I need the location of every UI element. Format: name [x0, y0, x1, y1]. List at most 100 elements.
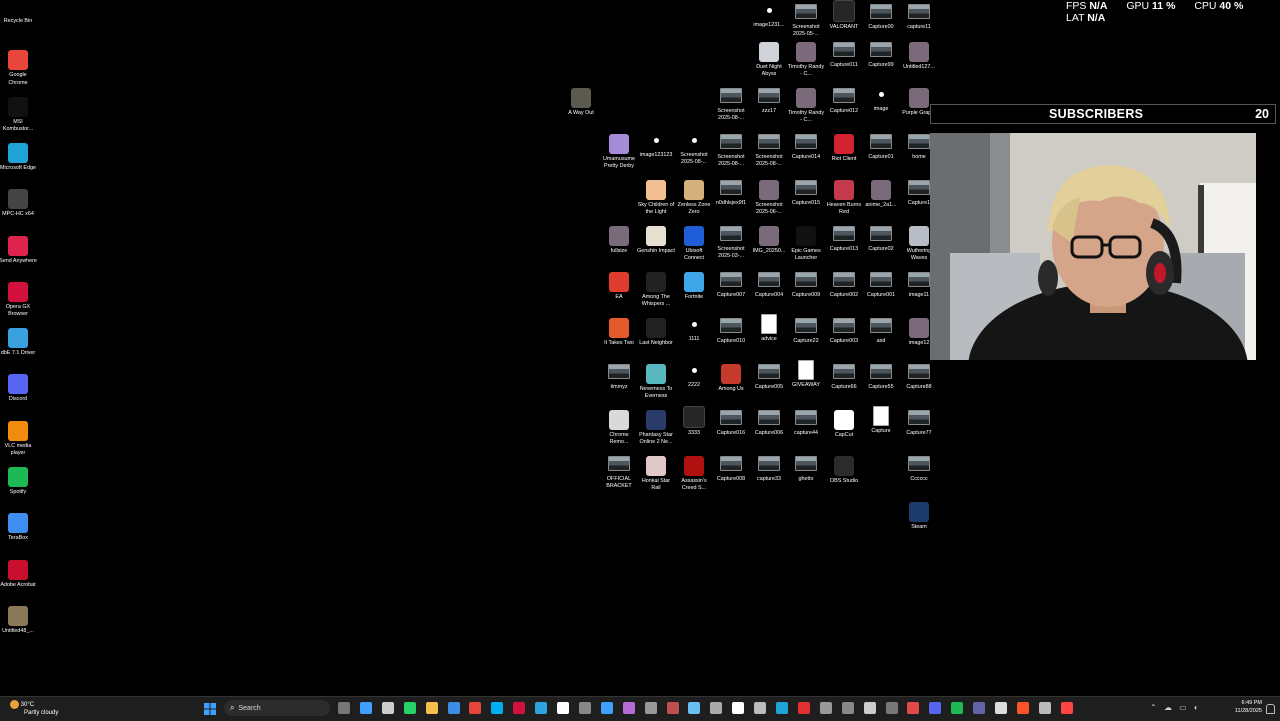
- desktop-icon[interactable]: image123123: [637, 130, 675, 159]
- desktop-icon[interactable]: Google Chrome: [0, 46, 37, 86]
- desktop-icon[interactable]: Riot Client: [825, 130, 863, 163]
- cloud-icon[interactable]: ☁: [1164, 703, 1172, 712]
- desktop-icon[interactable]: 3333: [675, 406, 713, 437]
- volume-icon[interactable]: ◖: [1193, 703, 1198, 712]
- desktop-icon[interactable]: Capture22: [787, 314, 825, 345]
- capcut-icon[interactable]: [732, 702, 745, 714]
- desktop-icon[interactable]: It Takes Two: [600, 314, 638, 347]
- desktop-icon[interactable]: Capture02: [862, 222, 900, 253]
- desktop-icon[interactable]: Screenshot 2025-05-...: [787, 0, 825, 38]
- desktop-icon[interactable]: VALORANT: [825, 0, 863, 31]
- tiktok-icon[interactable]: [557, 702, 569, 714]
- app6-icon[interactable]: [841, 702, 854, 714]
- desktop-icon[interactable]: OFFICIAL BRACKET: [600, 452, 638, 490]
- app3-icon[interactable]: [710, 702, 723, 714]
- app8-icon[interactable]: [907, 702, 920, 714]
- weather-widget[interactable]: 30°C Partly cloudy: [10, 700, 58, 717]
- desktop-icon[interactable]: timmyz: [600, 360, 638, 391]
- desktop-icon[interactable]: Sky Children of the Light: [637, 176, 675, 216]
- desktop-icon[interactable]: anime_2a1...: [862, 176, 900, 209]
- settings-icon[interactable]: [863, 702, 876, 714]
- app5-icon[interactable]: [819, 702, 832, 714]
- telegram-icon[interactable]: [535, 702, 548, 714]
- desktop-icon[interactable]: Last Neighbor: [637, 314, 675, 347]
- desktop-icon[interactable]: Ubisoft Connect: [675, 222, 713, 262]
- photos-icon[interactable]: [622, 702, 635, 714]
- chevron-up-icon[interactable]: ⌃: [1150, 703, 1157, 712]
- copilot-icon[interactable]: [359, 702, 372, 714]
- app9-icon[interactable]: [1038, 702, 1051, 714]
- desktop-icon[interactable]: Capture99: [862, 38, 900, 69]
- desktop-icon[interactable]: Send Anywhere: [0, 232, 37, 265]
- desktop-icon[interactable]: image: [862, 84, 900, 113]
- desktop-icon[interactable]: EA: [600, 268, 638, 301]
- desktop-icon[interactable]: Capture016: [712, 406, 750, 437]
- skype-icon[interactable]: [491, 702, 504, 714]
- desktop-icon[interactable]: OBS Studio: [825, 452, 863, 485]
- desktop-icon[interactable]: Cccccc: [900, 452, 938, 483]
- desktop-icon[interactable]: Epic Games Launcher: [787, 222, 825, 262]
- desktop-icon[interactable]: advice: [750, 314, 788, 343]
- desktop-icon[interactable]: Genshin Impact: [637, 222, 675, 255]
- desktop-icon[interactable]: A Way Out: [562, 84, 600, 117]
- opera-gx-icon[interactable]: [513, 702, 526, 714]
- desktop-icon[interactable]: Screenshot 2025-08-...: [750, 130, 788, 168]
- spotify-icon[interactable]: [951, 702, 964, 714]
- desktop-icon[interactable]: Timothy Randy - C...: [787, 38, 825, 78]
- clock[interactable]: 6:49 PM 11/28/2025: [1228, 700, 1262, 715]
- desktop-icon[interactable]: Capture008: [712, 452, 750, 483]
- desktop-icon[interactable]: zzz17: [750, 84, 788, 115]
- desktop-icon[interactable]: Capture001: [862, 268, 900, 299]
- desktop-icon[interactable]: VLC media player: [0, 417, 37, 457]
- chrome-icon[interactable]: [469, 702, 482, 714]
- desktop-icon[interactable]: MPC-HC x64: [0, 185, 37, 218]
- edge-icon[interactable]: [776, 702, 788, 714]
- network-icon[interactable]: ▭: [1179, 703, 1187, 712]
- desktop-icon[interactable]: Screenshot 2025-06-...: [750, 176, 788, 216]
- desktop-icon[interactable]: n0dhlsjex9f1: [712, 176, 750, 207]
- desktop-icon[interactable]: Among Us: [712, 360, 750, 393]
- desktop-icon[interactable]: Screenshot 2025-08-...: [675, 130, 713, 166]
- desktop-icon[interactable]: IMG_20250...: [750, 222, 788, 255]
- desktop-icon[interactable]: Capture: [862, 406, 900, 435]
- brave-icon[interactable]: [1016, 702, 1029, 714]
- discord-icon[interactable]: [929, 702, 942, 714]
- desktop-icon[interactable]: Capture77: [900, 406, 938, 437]
- store-icon[interactable]: [447, 702, 460, 714]
- desktop-icon[interactable]: Capture011: [825, 38, 863, 69]
- desktop-icon[interactable]: Capture015: [787, 176, 825, 207]
- desktop-icon[interactable]: Zenless Zone Zero: [675, 176, 713, 216]
- desktop-icon[interactable]: Capture66: [825, 360, 863, 391]
- desktop-icon[interactable]: Chrome Remo...: [600, 406, 638, 446]
- desktop-icon[interactable]: Capture013: [825, 222, 863, 253]
- desktop-icon[interactable]: Steam: [900, 498, 938, 531]
- app10-icon[interactable]: [1060, 702, 1073, 714]
- desktop-icon[interactable]: Heaven Burns Red: [825, 176, 863, 216]
- desktop-icon[interactable]: capture44: [787, 406, 825, 437]
- app2-icon[interactable]: [644, 702, 657, 714]
- desktop-icon[interactable]: capture33: [750, 452, 788, 483]
- desktop-icon[interactable]: Capture010: [712, 314, 750, 345]
- desktop-icon[interactable]: Fortnite: [675, 268, 713, 301]
- desktop-icon[interactable]: Screenshot 2025-03-...: [712, 222, 750, 260]
- desktop-icon[interactable]: Capture002: [825, 268, 863, 299]
- notification-bell-icon[interactable]: [1266, 704, 1275, 714]
- anydesk-icon[interactable]: [797, 702, 810, 714]
- game-icon[interactable]: [666, 702, 679, 714]
- desktop-icon[interactable]: Discord: [0, 370, 37, 403]
- desktop-icon[interactable]: Capture004: [750, 268, 788, 299]
- desktop-icon[interactable]: Assassin's Creed S...: [675, 452, 713, 492]
- desktop-icon[interactable]: CapCut: [825, 406, 863, 439]
- desktop-icon[interactable]: ghetto: [787, 452, 825, 483]
- desktop-icon[interactable]: Capture006: [750, 406, 788, 437]
- desktop-icon[interactable]: 2222: [675, 360, 713, 389]
- desktop-icon[interactable]: MSI Kombustor...: [0, 93, 37, 133]
- desktop-icon[interactable]: Adobe Acrobat: [0, 556, 37, 589]
- desktop-icon[interactable]: Capture01: [862, 130, 900, 161]
- desktop-icon[interactable]: dbE 7.1 Driver: [0, 324, 37, 357]
- file-explorer-icon[interactable]: [425, 702, 438, 714]
- desktop-icon[interactable]: Nevemess To Everness: [637, 360, 675, 400]
- desktop-icon[interactable]: capture11: [900, 0, 938, 31]
- steam-icon[interactable]: [688, 702, 701, 714]
- desktop-icon[interactable]: Duet Night Abyss: [750, 38, 788, 78]
